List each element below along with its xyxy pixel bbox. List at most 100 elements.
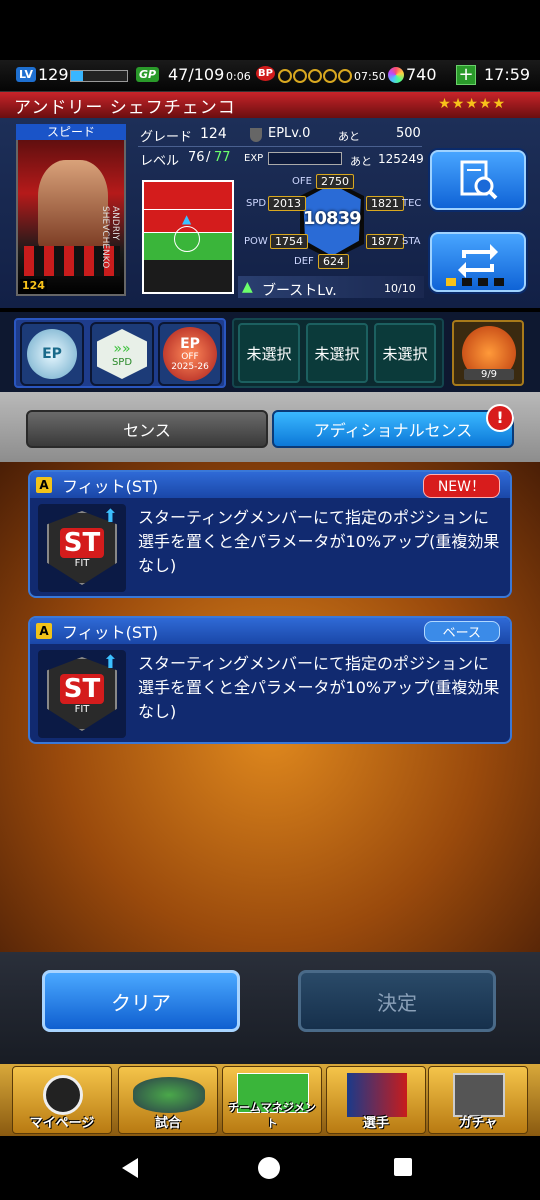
back-icon[interactable]	[122, 1158, 138, 1178]
bp-circle-icon	[308, 69, 322, 83]
sense-description: スターティングメンバーにて指定のポジションに選手を置くと全パラメータが10%アッ…	[138, 508, 500, 575]
sense-card-1[interactable]: A フィット(ST) NEW！ ST FIT ⬆ スターティングメンバーにて指定…	[28, 470, 512, 598]
exp-bar	[268, 152, 342, 165]
ep-remaining: 500	[396, 126, 421, 141]
def-label: DEF	[294, 256, 314, 267]
bp-tag: BP	[256, 66, 275, 81]
up-arrow-icon: ⬆	[102, 506, 118, 527]
sense-icon-box: ST FIT ⬆	[38, 650, 126, 738]
sense-slot-2[interactable]: 未選択	[306, 323, 368, 383]
spd-badge-icon: »» SPD	[97, 329, 147, 379]
sense-slot-3[interactable]: 未選択	[374, 323, 436, 383]
ep-badge-icon: EP	[27, 329, 77, 379]
exp-ato-label: あと	[350, 155, 372, 168]
cards-icon	[453, 1073, 505, 1117]
new-tag: NEW！	[422, 474, 500, 498]
gem-icon	[388, 67, 404, 83]
system-nav-bar	[0, 1136, 540, 1200]
nav-match[interactable]: 試合	[118, 1066, 218, 1134]
up-arrow-icon: ⬆	[102, 652, 118, 673]
ofe-badge-year: 2025-26	[171, 362, 209, 372]
card-grade: 124	[20, 279, 47, 292]
level-progress-fill	[71, 71, 84, 81]
sense-icon-box: ST FIT ⬆	[38, 504, 126, 592]
def-value: 624	[318, 254, 349, 269]
nav-players[interactable]: 選手	[326, 1066, 426, 1134]
sta-value: 1877	[366, 234, 404, 249]
boost-label: ブーストLv.	[262, 283, 337, 299]
player-portrait	[38, 160, 108, 250]
switch-player-button[interactable]	[430, 232, 526, 292]
ofe-badge-ep: EP	[180, 336, 200, 352]
spd-label: SPD	[246, 198, 267, 209]
st-fit-icon-sub: FIT	[74, 703, 90, 715]
gp-tag: GP	[136, 67, 160, 82]
pow-value: 1754	[270, 234, 308, 249]
clock: 17:59	[484, 65, 531, 84]
pow-label: POW	[244, 236, 268, 247]
nav-mypage-label: マイページ	[29, 1116, 95, 1131]
level-progress-bar	[70, 70, 128, 82]
grade-value: 124	[200, 126, 227, 142]
sta-label: STA	[402, 236, 421, 247]
clear-button[interactable]: クリア	[42, 970, 240, 1032]
nav-gacha-label: ガチャ	[458, 1116, 498, 1131]
nav-players-label: 選手	[362, 1116, 389, 1131]
boost-value: 10/10	[384, 282, 416, 295]
level-max: 77	[214, 150, 231, 165]
sense-card-header: A フィット(ST) NEW！	[30, 472, 510, 498]
tec-value: 1821	[366, 196, 404, 211]
bp-circle-icon	[323, 69, 337, 83]
nav-team[interactable]: チームマネジメント	[222, 1066, 322, 1134]
nav-team-label: チームマネジメント	[228, 1101, 316, 1130]
player-name: アンドリー シェフチェンコ	[14, 98, 236, 118]
players-icon	[347, 1073, 407, 1117]
field-zone-attack	[144, 182, 232, 210]
sense-card-header: A フィット(ST) ベース	[30, 618, 510, 644]
add-gem-button[interactable]: +	[456, 65, 476, 85]
nav-mypage[interactable]: マイページ	[12, 1066, 112, 1134]
position-marker-icon: ▲	[182, 212, 192, 226]
bp-circle-icon	[338, 69, 352, 83]
exp-remaining: 125249	[378, 152, 424, 166]
position-field: ▲	[142, 180, 234, 294]
grade-label: グレード	[140, 130, 193, 145]
sense-card-2[interactable]: A フィット(ST) ベース ST FIT ⬆ スターティングメンバーにて指定の…	[28, 616, 512, 744]
divider	[138, 146, 422, 147]
tab-additional-sense[interactable]: アディショナルセンス	[272, 410, 514, 448]
ofe-value: 2750	[316, 174, 354, 189]
exp-label: EXP	[244, 153, 264, 164]
sense-title: フィット(ST)	[62, 477, 159, 496]
sense-slot-1[interactable]: 未選択	[238, 323, 300, 383]
alert-badge: !	[486, 404, 514, 432]
total-stat: 10839	[303, 208, 362, 229]
ofe-event-badge[interactable]: EP OFF 2025-26	[158, 322, 222, 386]
gem-count: 740	[406, 65, 437, 84]
bp-circle-icon	[293, 69, 307, 83]
confirm-button[interactable]: 決定	[298, 970, 496, 1032]
player-rarity-stars: ★★★★★	[438, 96, 506, 112]
sense-title: フィット(ST)	[62, 623, 159, 642]
tab-sense[interactable]: センス	[26, 410, 268, 448]
sense-description: スターティングメンバーにて指定のポジションに選手を置くと全パラメータが10%アッ…	[138, 654, 500, 721]
grade-badge: A	[36, 477, 52, 493]
st-fit-icon-text: ST	[59, 673, 105, 704]
coach-skill-button[interactable]: 9/9	[452, 320, 524, 386]
nav-gacha[interactable]: ガチャ	[428, 1066, 528, 1134]
ofe-badge-icon: EP OFF 2025-26	[163, 327, 217, 381]
speed-chevrons-icon: »»	[113, 340, 131, 357]
spd-badge[interactable]: »» SPD	[90, 322, 154, 386]
player-detail-button[interactable]	[430, 150, 526, 210]
ofe-label: OFE	[292, 176, 312, 187]
top-hud: LV 129 GP 47/109 0:06 BP 07:50 740 + 17:…	[0, 60, 540, 92]
ep-shield-icon	[250, 128, 262, 142]
recents-icon[interactable]	[394, 1158, 412, 1176]
spd-value: 2013	[268, 196, 306, 211]
player-card[interactable]: ANDRIY SHEVCHENKO 124	[16, 124, 126, 296]
level-tag: LV	[16, 67, 37, 82]
gp-value: 47/109	[168, 65, 225, 84]
user-level: 129	[38, 65, 69, 84]
ep-badge[interactable]: EP	[20, 322, 84, 386]
home-icon[interactable]	[258, 1157, 280, 1179]
status-bar	[0, 0, 540, 60]
